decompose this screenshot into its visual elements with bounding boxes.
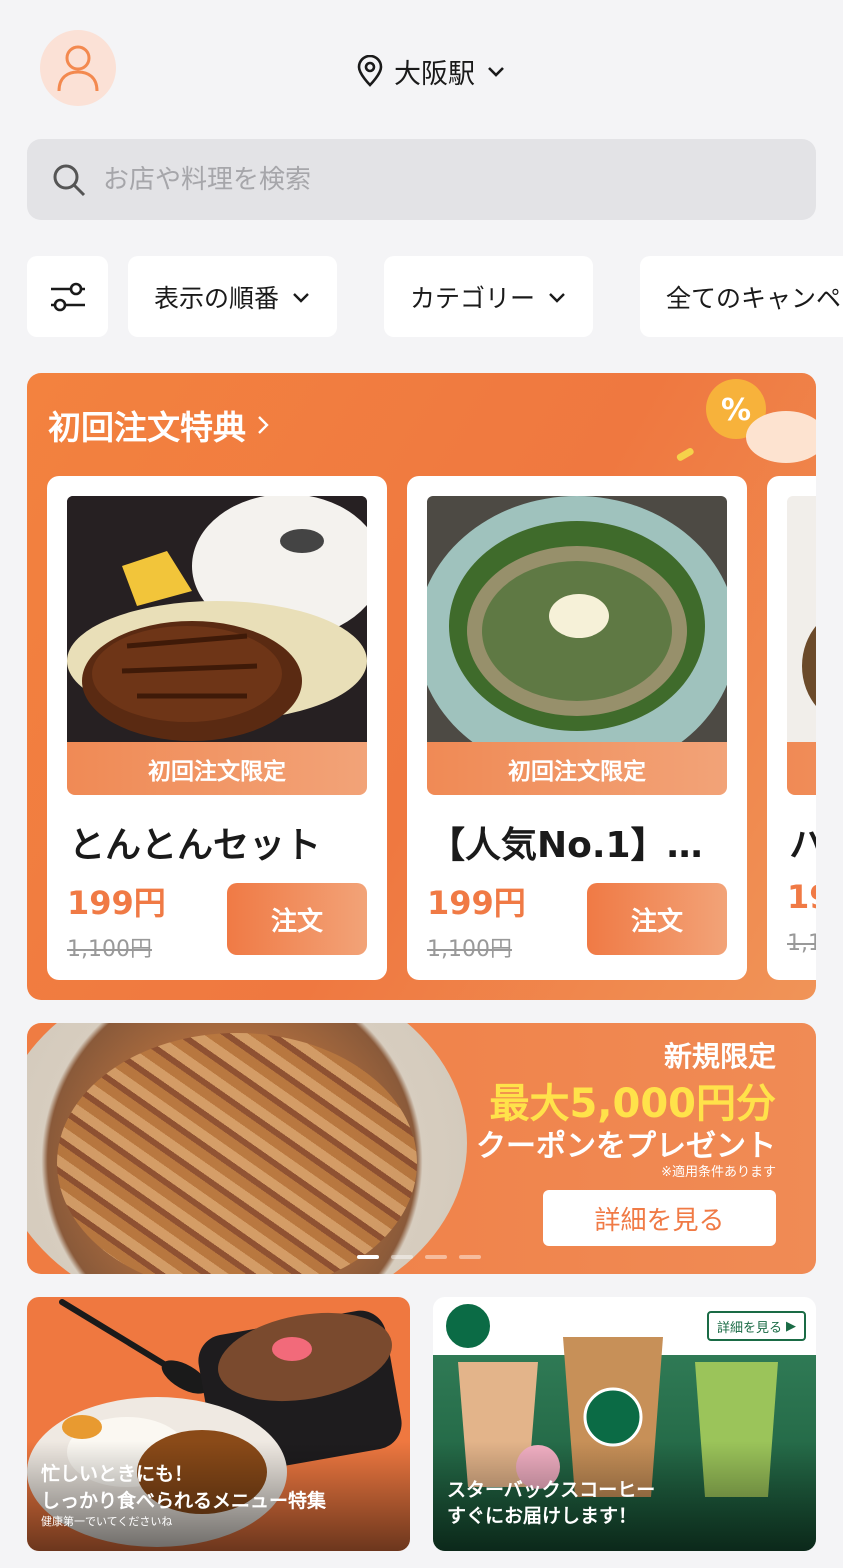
profile-avatar[interactable]	[40, 30, 116, 106]
sort-order-label: 表示の順番	[154, 283, 280, 313]
tile-caption-line-1: スターバックスコーヒー	[447, 1478, 656, 1501]
banner-line-1: 新規限定	[663, 1040, 776, 1073]
location-selector[interactable]: 大阪駅	[356, 50, 507, 92]
promo-card[interactable]: 初回注文限定 とんとんセット 199円 1,100円 注文	[47, 476, 387, 980]
filter-sliders-icon	[50, 282, 85, 311]
banner-note: ※適用条件あります	[661, 1165, 776, 1180]
first-order-tag: 初回注文限定	[427, 742, 727, 795]
promo-title-link[interactable]: 初回注文特典	[48, 401, 270, 449]
banner-line-3: クーポンをプレゼント	[476, 1129, 776, 1164]
search-icon	[53, 164, 86, 196]
item-original-price: 1,100円	[427, 937, 512, 962]
item-price: 199円	[427, 884, 526, 922]
chevron-down-icon	[549, 292, 565, 303]
carousel-dots	[357, 1255, 481, 1259]
item-price: 199円	[67, 884, 166, 922]
starbucks-tile[interactable]: 詳細を見る ▶ スターバックスコーヒー すぐにお届けします！	[433, 1297, 816, 1551]
sort-order-dropdown[interactable]: 表示の順番	[128, 256, 338, 337]
svg-text:%: %	[721, 393, 751, 428]
first-order-tag	[787, 742, 816, 795]
menu-feature-tile[interactable]: 忙しいときにも！ しっかり食べられるメニュー特集 健康第一でいてくださいね	[27, 1297, 410, 1551]
tile-caption-line-1: 忙しいときにも！	[41, 1463, 194, 1486]
campaign-dropdown[interactable]: 全てのキャンペーン	[640, 256, 843, 337]
gyudon-image	[27, 1023, 467, 1274]
campaign-label: 全てのキャンペーン	[666, 283, 843, 313]
category-label: カテゴリー	[410, 283, 536, 313]
promo-card[interactable]: 初回注文限定 【人気No.1】… 199円 1,100円 注文	[407, 476, 747, 980]
category-dropdown[interactable]: カテゴリー	[384, 256, 594, 337]
filter-bar: 表示の順番 カテゴリー 全てのキャンペーン	[27, 256, 843, 338]
item-name: ハ	[789, 825, 816, 866]
banner-details-button[interactable]: 詳細を見る	[543, 1190, 776, 1246]
item-name: とんとんセット	[69, 825, 322, 866]
food-image	[427, 496, 727, 742]
location-pin-icon	[357, 55, 383, 87]
chevron-down-icon	[488, 67, 504, 77]
order-button[interactable]: 注文	[227, 883, 367, 955]
tile-caption: 忙しいときにも！ しっかり食べられるメニュー特集 健康第一でいてくださいね	[41, 1461, 326, 1529]
order-button[interactable]: 注文	[587, 883, 727, 955]
first-order-promo: 初回注文特典 % 初回注文限定 とんとんセット 199円 1,100円 注文 初…	[27, 373, 816, 1000]
promo-title: 初回注文特典	[48, 408, 246, 447]
food-image	[67, 496, 367, 742]
item-original-price: 1,1	[787, 931, 816, 956]
chevron-right-icon	[258, 416, 269, 434]
tile-caption: スターバックスコーヒー すぐにお届けします！	[447, 1477, 655, 1529]
user-icon	[57, 45, 99, 92]
tile-caption-line-2: すぐにお届けします！	[447, 1504, 638, 1527]
item-name: 【人気No.1】…	[429, 825, 703, 866]
percent-badge-icon: %	[676, 379, 816, 463]
food-image	[787, 496, 816, 742]
promo-card[interactable]: ハ 19 1,1	[767, 476, 816, 980]
search-bar[interactable]	[27, 139, 816, 220]
tile-caption-line-2: しっかり食べられるメニュー特集	[41, 1489, 327, 1512]
filter-settings-button[interactable]	[27, 256, 108, 337]
new-user-coupon-banner[interactable]: 新規限定 最大5,000円分 クーポンをプレゼント ※適用条件あります 詳細を見…	[27, 1023, 816, 1274]
tile-caption-sub: 健康第一でいてくださいね	[41, 1514, 173, 1528]
chevron-down-icon	[293, 292, 309, 303]
search-input[interactable]	[103, 164, 743, 195]
location-label: 大阪駅	[394, 58, 475, 90]
first-order-tag: 初回注文限定	[67, 742, 367, 795]
item-original-price: 1,100円	[67, 937, 152, 962]
item-price: 19	[787, 878, 816, 916]
